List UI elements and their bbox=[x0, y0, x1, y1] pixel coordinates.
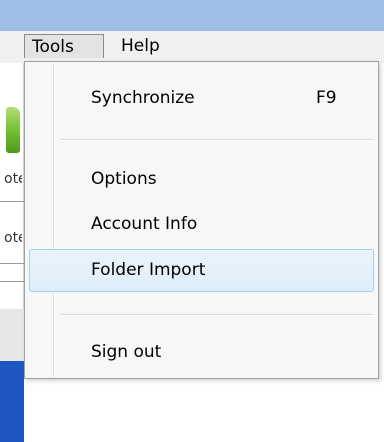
menu-item-sign-out[interactable]: Sign out bbox=[29, 332, 374, 372]
menu-item-label: Options bbox=[91, 169, 157, 189]
menu-bar: Tools Help bbox=[0, 31, 384, 63]
menu-item-label: Synchronize bbox=[91, 88, 195, 108]
menu-item-synchronize[interactable]: Synchronize F9 bbox=[29, 78, 374, 118]
menu-item-label: Account Info bbox=[91, 214, 198, 234]
background-divider bbox=[0, 201, 24, 202]
background-divider bbox=[0, 281, 24, 282]
background-text: ote bbox=[4, 230, 22, 246]
menu-tools[interactable]: Tools bbox=[24, 34, 104, 58]
background-panel bbox=[0, 309, 24, 361]
background-text: ote bbox=[4, 171, 22, 187]
menu-help[interactable]: Help bbox=[116, 34, 176, 58]
menu-item-folder-import[interactable]: Folder Import bbox=[29, 249, 374, 292]
menu-item-label: Folder Import bbox=[91, 260, 206, 280]
menu-separator bbox=[61, 314, 374, 316]
menu-separator bbox=[61, 139, 374, 141]
window-titlebar bbox=[0, 0, 384, 31]
tools-dropdown-menu: Synchronize F9 Options Account Info Fold… bbox=[24, 61, 379, 379]
menu-item-account-info[interactable]: Account Info bbox=[29, 204, 374, 244]
background-app-icon bbox=[6, 107, 20, 153]
menu-item-options[interactable]: Options bbox=[29, 159, 374, 199]
background-panel bbox=[0, 361, 24, 442]
background-window: ote ote bbox=[0, 63, 24, 442]
menu-item-shortcut: F9 bbox=[316, 88, 337, 108]
background-divider bbox=[0, 263, 24, 264]
menu-item-label: Sign out bbox=[91, 342, 162, 362]
